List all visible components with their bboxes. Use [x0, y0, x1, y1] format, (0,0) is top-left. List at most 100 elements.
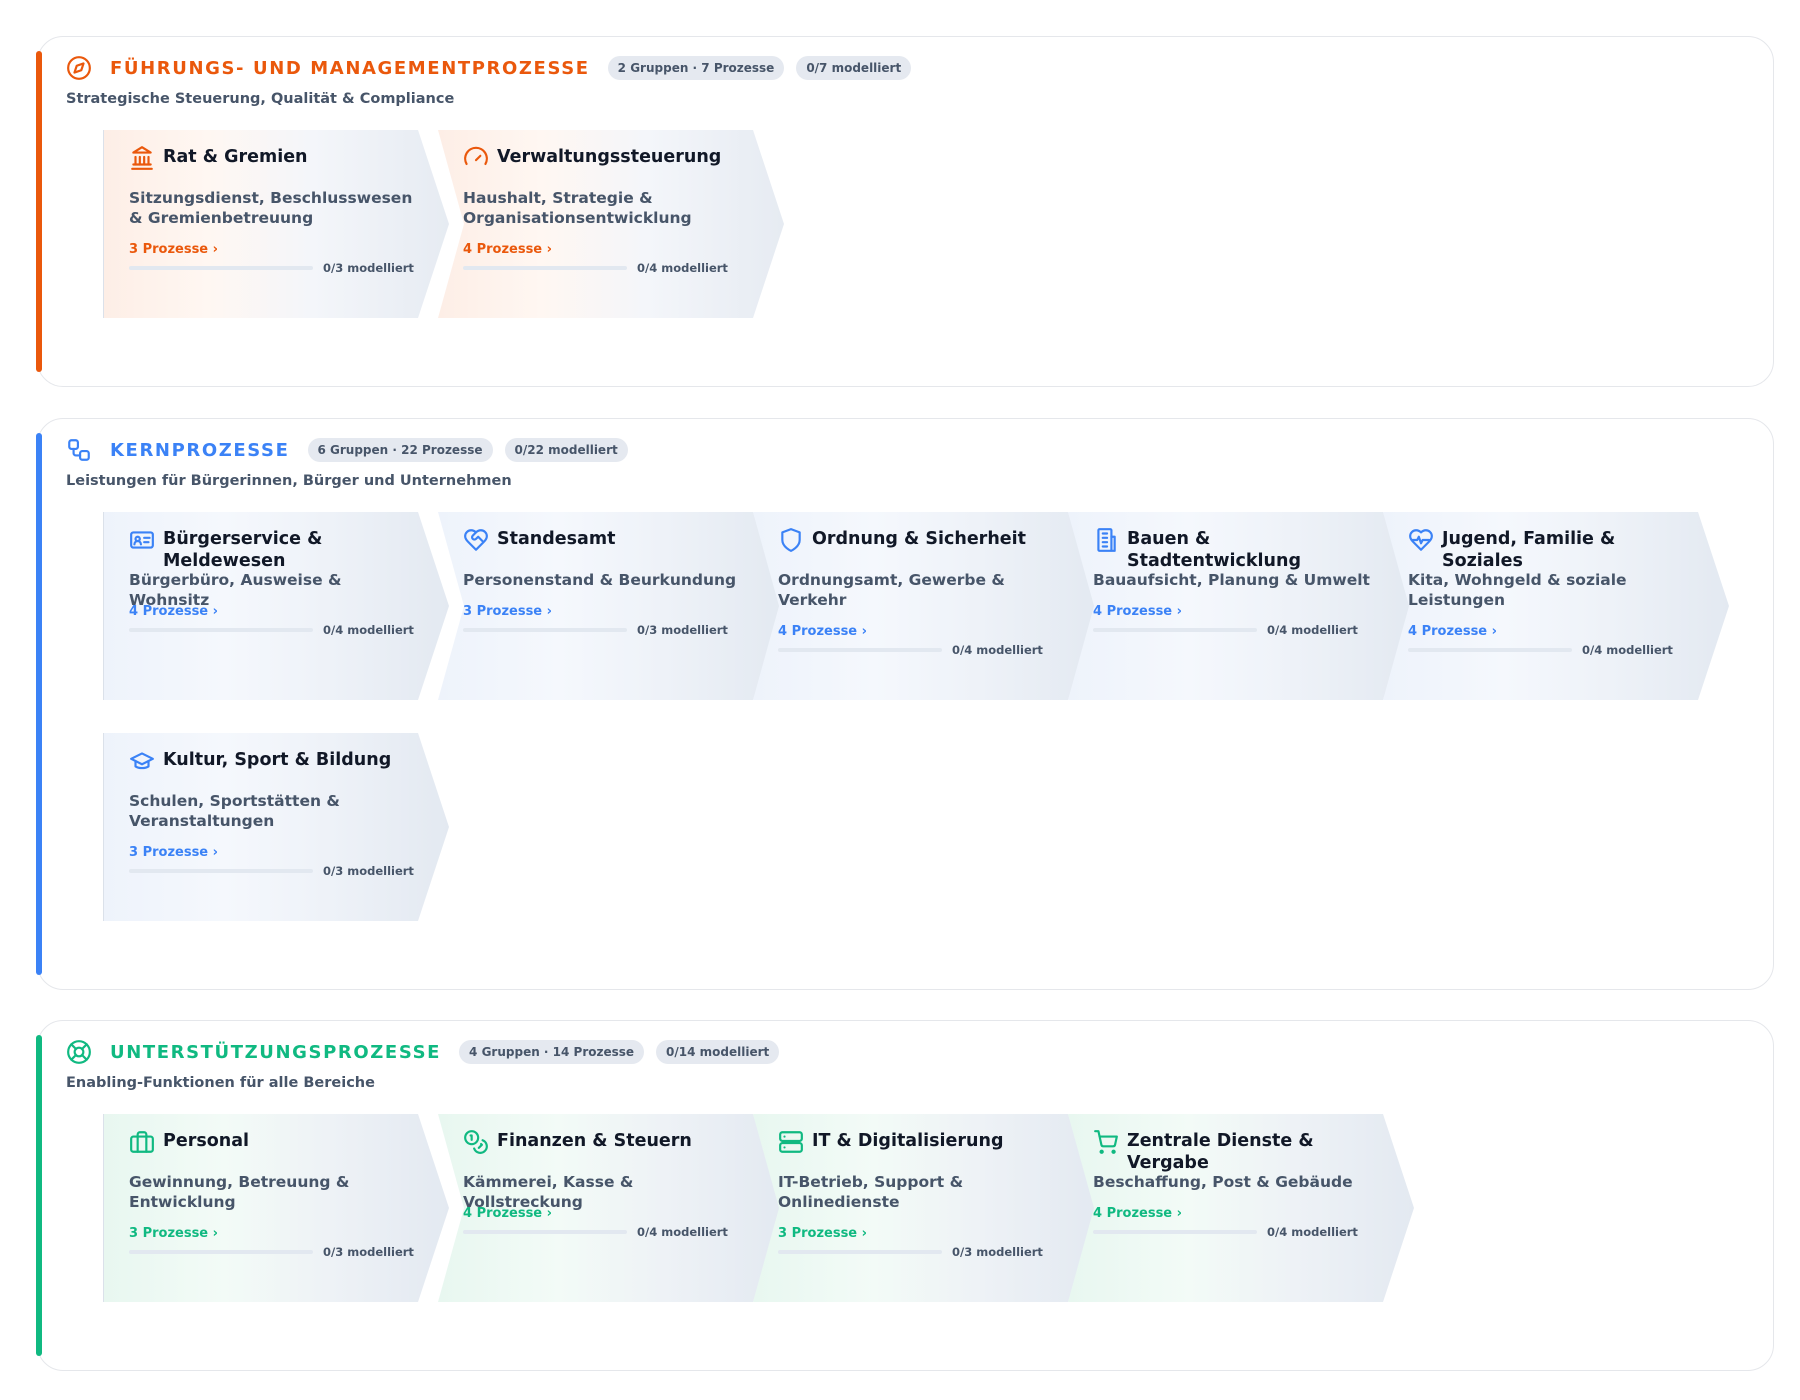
card-title: Rat & Gremien: [163, 147, 308, 167]
card-description: Ordnungsamt, Gewerbe & Verkehr: [778, 571, 1005, 609]
progress-row: 0/3 modelliert: [129, 864, 419, 878]
modeled-badge: 0/7 modelliert: [796, 56, 912, 80]
progress-label: 0/4 modelliert: [1267, 1225, 1358, 1239]
progress-label: 0/3 modelliert: [637, 623, 728, 637]
process-card[interactable]: Bürgerservice & Meldewesen Bürgerbüro, A…: [103, 512, 449, 700]
progress-bar: [1093, 628, 1257, 632]
process-card[interactable]: Jugend, Familie & Soziales Kita, Wohngel…: [1383, 512, 1729, 700]
progress-label: 0/3 modelliert: [952, 1245, 1043, 1259]
card-title: Verwaltungssteuerung: [497, 147, 722, 167]
processes-link[interactable]: 4 Prozesse ›: [463, 1206, 552, 1221]
section-accent-bar: [36, 1035, 42, 1356]
progress-label: 0/4 modelliert: [952, 643, 1043, 657]
section-accent-bar: [36, 433, 42, 975]
section-header: FÜHRUNGS- UND MANAGEMENTPROZESSE 2 Grupp…: [66, 53, 912, 83]
card-title: Standesamt: [497, 529, 616, 549]
graduation-cap-icon: [129, 748, 155, 774]
progress-bar: [129, 1250, 313, 1254]
section-title: KERNPROZESSE: [110, 439, 290, 461]
section-core: KERNPROZESSE 6 Gruppen · 22 Prozesse 0/2…: [36, 418, 1774, 990]
shield-icon: [778, 527, 804, 553]
processes-link[interactable]: 4 Prozesse ›: [129, 604, 218, 619]
progress-row: 0/4 modelliert: [1408, 643, 1698, 657]
card-title: IT & Digitalisierung: [812, 1131, 1004, 1151]
section-header: KERNPROZESSE 6 Gruppen · 22 Prozesse 0/2…: [66, 435, 628, 465]
progress-label: 0/3 modelliert: [323, 261, 414, 275]
process-card[interactable]: Zentrale Dienste & Vergabe Beschaffung, …: [1068, 1114, 1414, 1302]
section-support: UNTERSTÜTZUNGSPROZESSE 4 Gruppen · 14 Pr…: [36, 1020, 1774, 1371]
workflow-icon: [66, 437, 92, 463]
processes-link[interactable]: 3 Prozesse ›: [778, 1226, 867, 1241]
id-card-icon: [129, 527, 155, 553]
progress-label: 0/4 modelliert: [1582, 643, 1673, 657]
card-description: Sitzungsdienst, Beschlusswesen & Gremien…: [129, 189, 413, 227]
processes-link[interactable]: 4 Prozesse ›: [1093, 1206, 1182, 1221]
processes-link[interactable]: 3 Prozesse ›: [129, 1226, 218, 1241]
card-description: IT-Betrieb, Support & Onlinedienste: [778, 1173, 964, 1211]
groups-badge: 2 Gruppen · 7 Prozesse: [607, 56, 785, 80]
progress-bar: [778, 648, 942, 652]
progress-bar: [1408, 648, 1572, 652]
gauge-icon: [463, 145, 489, 171]
section-subtitle: Leistungen für Bürgerinnen, Bürger und U…: [66, 473, 512, 489]
process-card[interactable]: Ordnung & Sicherheit Ordnungsamt, Gewerb…: [753, 512, 1099, 700]
process-card[interactable]: Verwaltungssteuerung Haushalt, Strategie…: [438, 130, 784, 318]
progress-row: 0/4 modelliert: [1093, 1225, 1383, 1239]
processes-link[interactable]: 4 Prozesse ›: [463, 242, 552, 257]
card-description: Beschaffung, Post & Gebäude: [1093, 1173, 1353, 1191]
card-description: Haushalt, Strategie & Organisationsentwi…: [463, 189, 692, 227]
processes-link[interactable]: 4 Prozesse ›: [1093, 604, 1182, 619]
modeled-badge: 0/14 modelliert: [656, 1040, 780, 1064]
process-card[interactable]: Personal Gewinnung, Betreuung & Entwickl…: [103, 1114, 449, 1302]
process-card[interactable]: Rat & Gremien Sitzungsdienst, Beschlussw…: [103, 130, 449, 318]
heart-handshake-icon: [463, 527, 489, 553]
server-icon: [778, 1129, 804, 1155]
section-title: UNTERSTÜTZUNGSPROZESSE: [110, 1041, 442, 1063]
progress-bar: [129, 628, 313, 632]
section-subtitle: Enabling-Funktionen für alle Bereiche: [66, 1075, 375, 1091]
progress-row: 0/4 modelliert: [463, 1225, 753, 1239]
card-title: Bauen & Stadtentwicklung: [1127, 529, 1301, 571]
section-header: UNTERSTÜTZUNGSPROZESSE 4 Gruppen · 14 Pr…: [66, 1037, 780, 1067]
progress-row: 0/3 modelliert: [129, 261, 419, 275]
progress-bar: [129, 869, 313, 873]
cart-icon: [1093, 1129, 1119, 1155]
progress-label: 0/4 modelliert: [637, 1225, 728, 1239]
card-title: Zentrale Dienste & Vergabe: [1127, 1131, 1314, 1173]
progress-bar: [463, 1230, 627, 1234]
section-management: FÜHRUNGS- UND MANAGEMENTPROZESSE 2 Grupp…: [36, 36, 1774, 387]
progress-bar: [463, 628, 627, 632]
processes-link[interactable]: 3 Prozesse ›: [463, 604, 552, 619]
briefcase-icon: [129, 1129, 155, 1155]
progress-label: 0/4 modelliert: [637, 261, 728, 275]
card-title: Ordnung & Sicherheit: [812, 529, 1027, 549]
bank-icon: [129, 145, 155, 171]
process-card[interactable]: IT & Digitalisierung IT-Betrieb, Support…: [753, 1114, 1099, 1302]
building-icon: [1093, 527, 1119, 553]
progress-row: 0/3 modelliert: [778, 1245, 1068, 1259]
processes-link[interactable]: 3 Prozesse ›: [129, 242, 218, 257]
section-title: FÜHRUNGS- UND MANAGEMENTPROZESSE: [110, 57, 590, 79]
progress-label: 0/4 modelliert: [1267, 623, 1358, 637]
card-title: Personal: [163, 1131, 250, 1151]
process-card[interactable]: Finanzen & Steuern Kämmerei, Kasse & Vol…: [438, 1114, 784, 1302]
heart-pulse-icon: [1408, 527, 1434, 553]
progress-label: 0/3 modelliert: [323, 864, 414, 878]
process-card[interactable]: Standesamt Personenstand & Beurkundung 3…: [438, 512, 784, 700]
progress-bar: [1093, 1230, 1257, 1234]
card-description: Bauaufsicht, Planung & Umwelt: [1093, 571, 1370, 589]
section-accent-bar: [36, 51, 42, 372]
card-title: Finanzen & Steuern: [497, 1131, 692, 1151]
section-subtitle: Strategische Steuerung, Qualität & Compl…: [66, 91, 455, 107]
process-card[interactable]: Kultur, Sport & Bildung Schulen, Sportst…: [103, 733, 449, 921]
card-description: Gewinnung, Betreuung & Entwicklung: [129, 1173, 350, 1211]
lifebuoy-icon: [66, 1039, 92, 1065]
progress-row: 0/4 modelliert: [463, 261, 753, 275]
processes-link[interactable]: 4 Prozesse ›: [1408, 624, 1497, 639]
progress-bar: [463, 266, 627, 270]
process-card[interactable]: Bauen & Stadtentwicklung Bauaufsicht, Pl…: [1068, 512, 1414, 700]
progress-row: 0/3 modelliert: [463, 623, 753, 637]
progress-row: 0/4 modelliert: [1093, 623, 1383, 637]
processes-link[interactable]: 4 Prozesse ›: [778, 624, 867, 639]
processes-link[interactable]: 3 Prozesse ›: [129, 845, 218, 860]
